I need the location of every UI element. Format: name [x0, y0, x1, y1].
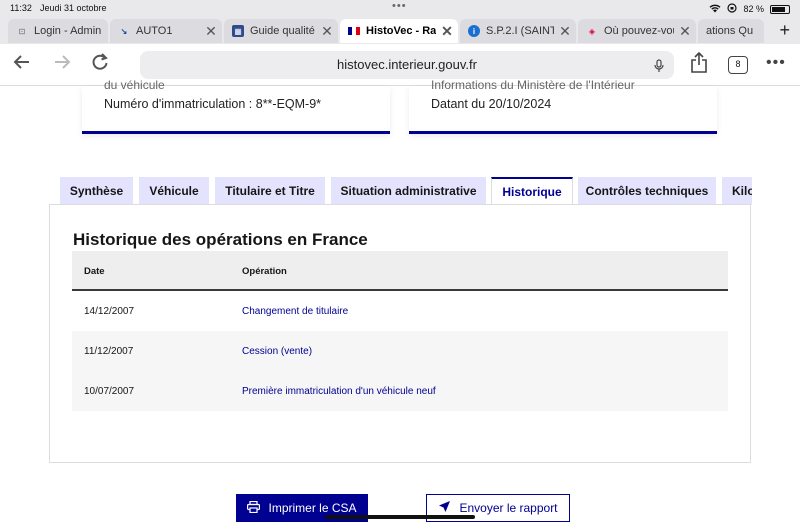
registration-number: Numéro d'immatriculation : 8**-EQM-9* [104, 97, 322, 111]
send-arrow-icon [438, 500, 451, 516]
table-header: Date Opération [72, 251, 728, 291]
browser-tab-guide-qualite[interactable]: ▦ Guide qualité - ✕ [224, 19, 338, 43]
url-field[interactable]: histovec.interieur.gouv.fr [140, 51, 674, 79]
tab-synthese[interactable]: Synthèse [60, 177, 133, 205]
french-flag-favicon-icon [348, 25, 360, 37]
close-tab-icon[interactable]: ✕ [436, 23, 458, 40]
home-indicator[interactable] [325, 515, 475, 519]
tab-historique[interactable]: Historique [491, 177, 573, 205]
column-header-operation: Opération [242, 266, 287, 277]
reload-icon[interactable] [90, 52, 110, 78]
browser-tab-overflow[interactable]: ations Qu [698, 19, 764, 43]
close-tab-icon[interactable]: ✕ [674, 23, 696, 40]
wifi-icon [709, 4, 721, 15]
table-row: 14/12/2007 Changement de titulaire [72, 291, 728, 331]
table-row: 10/07/2007 Première immatriculation d'un… [72, 371, 728, 411]
ministry-info-card: Informations du Ministère de l'Intérieur… [409, 78, 717, 134]
browser-tab-auto1[interactable]: ↘ AUTO1 ✕ [110, 19, 222, 43]
tab-controles-techniques[interactable]: Contrôles techniques [578, 177, 716, 205]
tab-titulaire-et-titre[interactable]: Titulaire et Titre [215, 177, 325, 205]
row-operation: Changement de titulaire [242, 306, 349, 317]
table-row: 11/12/2007 Cession (vente) [72, 331, 728, 371]
new-tab-icon[interactable]: + [779, 20, 790, 41]
row-date: 14/12/2007 [84, 306, 135, 317]
status-time: 11:32 [10, 3, 32, 13]
row-date: 10/07/2007 [84, 386, 135, 397]
tab-kilometrage[interactable]: Kilo [722, 177, 752, 205]
browser-tab-bar: ⊡ Login - Admin ↘ AUTO1 ✕ ▦ Guide qualit… [0, 16, 800, 44]
printer-icon [247, 500, 261, 516]
close-tab-icon[interactable]: ✕ [200, 23, 222, 40]
close-tab-icon[interactable]: ✕ [316, 23, 338, 40]
status-date: Jeudi 31 octobre [40, 3, 107, 13]
share-icon[interactable] [690, 51, 708, 74]
print-csa-label: Imprimer le CSA [268, 501, 357, 515]
battery-percent: 82 % [743, 4, 764, 14]
browser-tab-ou-pouvez-vous[interactable]: ◈ Où pouvez-vous ✕ [578, 19, 696, 43]
data-date: Datant du 20/10/2024 [431, 97, 552, 111]
vehicle-info-card: du véhicule Numéro d'immatriculation : 8… [82, 78, 390, 134]
history-panel: Historique des opérations en France Date… [49, 204, 751, 463]
admin-favicon-icon: ⊡ [18, 26, 26, 36]
rotation-lock-icon [727, 3, 738, 15]
info-favicon-icon: i [468, 25, 480, 37]
auto1-favicon-icon: ↘ [120, 26, 128, 36]
status-bar: 11:32 Jeudi 31 octobre ••• 82 % [0, 0, 800, 16]
column-header-date: Date [84, 266, 105, 277]
microphone-icon[interactable] [654, 51, 664, 79]
tab-count-icon[interactable]: 8 [728, 56, 748, 74]
location-favicon-icon: ◈ [588, 26, 596, 36]
report-tabs: Synthèse Véhicule Titulaire et Titre Sit… [60, 177, 752, 205]
send-report-label: Envoyer le rapport [459, 501, 558, 515]
card-cut-text: du véhicule [104, 78, 165, 90]
close-tab-icon[interactable]: ✕ [554, 23, 576, 40]
tab-situation-administrative[interactable]: Situation administrative [331, 177, 486, 205]
card-cut-text: Informations du Ministère de l'Intérieur [431, 78, 635, 90]
forward-arrow-icon[interactable] [52, 52, 72, 78]
tab-vehicule[interactable]: Véhicule [139, 177, 209, 205]
battery-icon [770, 4, 790, 14]
guide-favicon-icon: ▦ [232, 25, 244, 37]
row-date: 11/12/2007 [84, 346, 134, 357]
more-menu-icon[interactable]: ••• [766, 54, 786, 72]
history-title: Historique des opérations en France [73, 230, 368, 249]
browser-tab-histovec[interactable]: HistoVec - Rapport ✕ [340, 19, 458, 43]
back-arrow-icon[interactable] [12, 52, 32, 78]
browser-tab-sp2i[interactable]: i S.P.2.I (SAINT- ✕ [460, 19, 576, 43]
url-text: histovec.interieur.gouv.fr [337, 57, 477, 72]
history-table: Date Opération 14/12/2007 Changement de … [72, 251, 728, 411]
row-operation: Première immatriculation d'un véhicule n… [242, 386, 436, 397]
browser-tab-login-admin[interactable]: ⊡ Login - Admin [8, 19, 108, 43]
multitask-dots-icon[interactable]: ••• [392, 0, 407, 12]
row-operation: Cession (vente) [242, 346, 313, 357]
